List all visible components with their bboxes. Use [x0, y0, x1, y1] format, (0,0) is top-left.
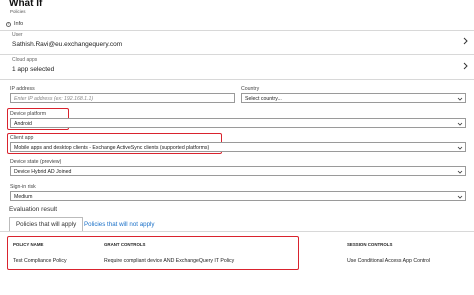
table-header: POLICY NAME GRANT CONTROLS SESSION CONTR… — [0, 239, 474, 249]
ip-address-placeholder: Enter IP address (ex: 192.168.1.1) — [14, 96, 94, 102]
client-app-select[interactable]: Mobile apps and desktop clients - Exchan… — [10, 142, 466, 152]
signin-risk-label: Sign-in risk — [10, 184, 36, 190]
ip-address-input[interactable]: Enter IP address (ex: 192.168.1.1) — [10, 93, 235, 103]
cloud-apps-picker[interactable]: Cloud apps 1 app selected — [6, 54, 468, 80]
evaluation-title: Evaluation result — [9, 206, 58, 213]
chevron-down-icon — [457, 146, 463, 150]
user-value: Sathish.Ravi@eu.exchangequery.com — [12, 41, 123, 48]
page-subtitle: Policies — [10, 9, 26, 14]
session-controls-cell: Use Conditional Access App Control — [347, 258, 431, 264]
tab-policies-not-apply[interactable]: Policies that will not apply — [84, 217, 155, 231]
signin-risk-select[interactable]: Medium — [10, 191, 466, 201]
divider — [0, 79, 474, 80]
signin-risk-value: Medium — [14, 194, 33, 200]
chevron-down-icon — [457, 122, 463, 126]
cloud-apps-value: 1 app selected — [12, 66, 55, 73]
ip-address-label: IP address — [10, 86, 35, 92]
device-platform-select[interactable]: Android — [10, 118, 466, 128]
chevron-right-icon — [463, 62, 468, 70]
chevron-down-icon — [457, 170, 463, 174]
tab-divider — [0, 231, 474, 232]
client-app-value: Mobile apps and desktop clients - Exchan… — [14, 145, 210, 151]
info-icon: i — [6, 21, 11, 27]
country-select[interactable]: Select country... — [241, 93, 466, 103]
chevron-down-icon — [457, 195, 463, 199]
info-label: Info — [14, 21, 24, 27]
blade-header: What If Policies — [0, 0, 474, 17]
device-state-label: Device state (preview) — [10, 159, 62, 165]
chevron-right-icon — [463, 37, 468, 45]
table-row[interactable]: Test Compliance Policy Require compliant… — [0, 255, 474, 267]
tab-policies-apply[interactable]: Policies that will apply — [9, 217, 84, 231]
chevron-down-icon — [457, 97, 463, 101]
country-value: Select country... — [245, 96, 282, 102]
device-platform-value: Android — [14, 121, 32, 127]
device-platform-label: Device platform — [10, 111, 47, 117]
device-state-select[interactable]: Device Hybrid AD Joined — [10, 166, 466, 176]
client-app-label: Client app — [10, 135, 34, 141]
user-picker[interactable]: User Sathish.Ravi@eu.exchangequery.com — [6, 29, 468, 55]
country-label: Country — [241, 86, 260, 92]
info-link[interactable]: i Info — [6, 19, 23, 29]
user-label: User — [12, 32, 23, 38]
cloud-apps-label: Cloud apps — [12, 57, 38, 63]
policy-name-cell: Test Compliance Policy — [13, 258, 67, 264]
column-header-session-controls: SESSION CONTROLS — [347, 242, 393, 247]
page-title: What If — [9, 0, 43, 9]
device-state-value: Device Hybrid AD Joined — [14, 169, 72, 175]
column-header-grant-controls: GRANT CONTROLS — [104, 242, 146, 247]
grant-controls-cell: Require compliant device AND ExchangeQue… — [104, 258, 235, 264]
column-header-policy-name: POLICY NAME — [13, 242, 44, 247]
